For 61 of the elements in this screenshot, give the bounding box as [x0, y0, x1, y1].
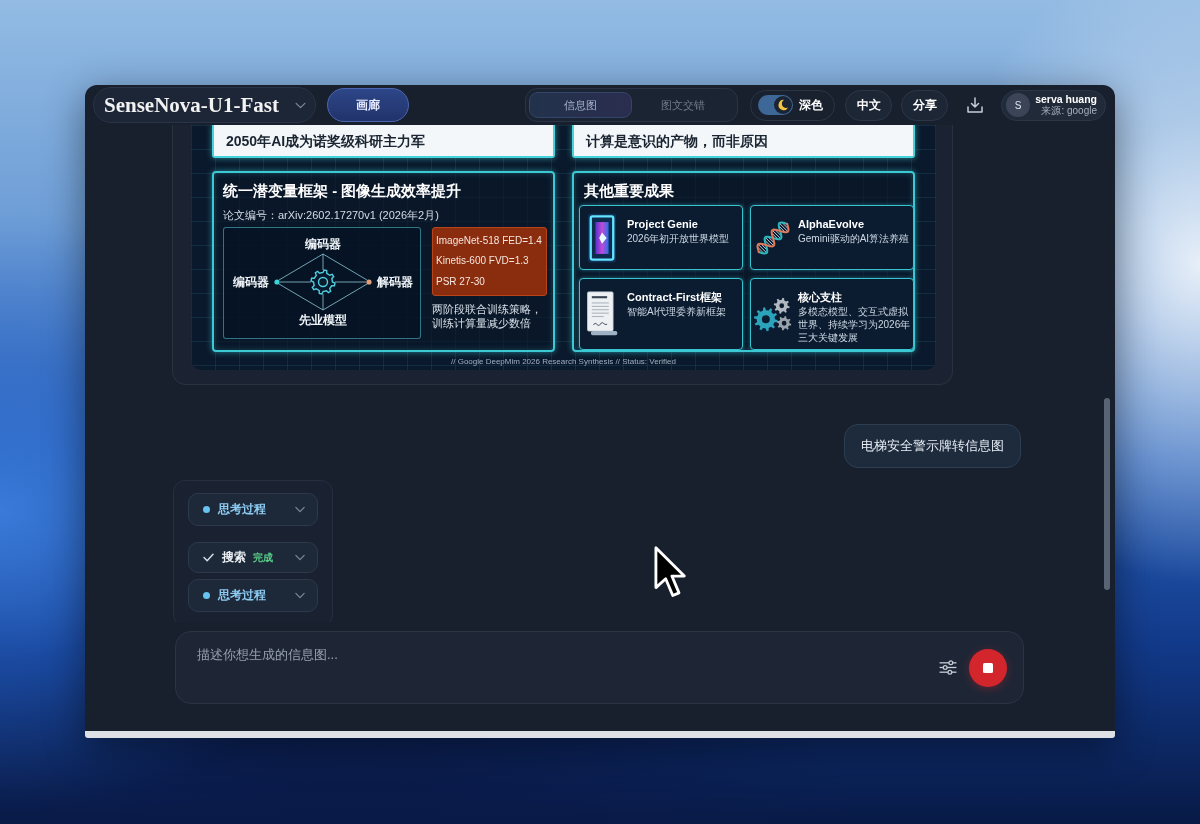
card-description: Gemini驱动的AI算法养殖	[798, 232, 910, 245]
diagram-label: 先业模型	[299, 313, 347, 327]
gear-icon	[310, 269, 336, 295]
download-icon[interactable]	[966, 96, 984, 114]
user-avatar: S	[1006, 93, 1030, 117]
card-description: 多模态模型、交互式虚拟世界、持续学习为2026年三大关键发展	[798, 305, 911, 344]
diagram-label: 编码器	[233, 275, 269, 289]
user-menu-button[interactable]: S serva huang 来源: google	[1001, 89, 1106, 121]
moon-icon	[777, 99, 789, 111]
card-description: 2026年初开放世界模型	[627, 232, 730, 245]
glowing-door-icon	[587, 211, 617, 264]
panel-title: 统一潜变量框架 - 图像生成效率提升	[223, 181, 462, 201]
language-button[interactable]: 中文	[845, 89, 892, 121]
prompt-input[interactable]: 描述你想生成的信息图...	[197, 646, 938, 692]
card-description: 智能AI代理委养新框架	[627, 305, 727, 318]
mouse-pointer-icon	[653, 545, 689, 600]
diagram-label: 编码器	[305, 237, 341, 251]
user-source: 来源: google	[1041, 105, 1097, 117]
user-name: serva huang	[1035, 93, 1097, 105]
model-selector[interactable]: SenseNova-U1-Fast	[93, 87, 316, 123]
note-text: 两阶段联合训练策略，训练计算量减少数倍	[432, 302, 543, 330]
card-title: Project Genie	[627, 217, 698, 232]
node-dot-icon	[274, 279, 280, 285]
mode-tab[interactable]: 信息图	[529, 92, 632, 118]
metric-text: Kinetis-600 FVD=1.3	[436, 254, 529, 269]
chevron-down-icon	[295, 554, 305, 561]
paper-id-text: 论文编号：arXiv:2602.17270v1 (2026年2月)	[223, 208, 439, 222]
theme-button[interactable]: 深色	[750, 89, 835, 121]
headline-banner: 计算是意识的产物，而非原因	[572, 125, 915, 158]
check-icon	[203, 553, 214, 562]
prompt-field[interactable]: 描述你想生成的信息图...	[175, 631, 1024, 704]
card-title: 核心支柱	[798, 290, 842, 305]
gears-icon	[753, 296, 793, 332]
metric-text: ImageNet-518 FED=1.4	[436, 234, 542, 249]
share-button[interactable]: 分享	[901, 89, 948, 121]
footer-text: // Google DeepMim 2026 Research Synthesis // Status: Verified	[451, 356, 676, 368]
card-title: AlphaEvolve	[798, 217, 865, 232]
chevron-down-icon	[294, 101, 307, 109]
mode-tab[interactable]: 图文交错	[631, 92, 734, 118]
status-label: 完成	[253, 550, 273, 565]
document-icon	[585, 290, 619, 338]
card-title: Contract-First框架	[627, 290, 722, 305]
status-dot-icon	[203, 592, 210, 599]
status-dot-icon	[203, 506, 210, 513]
chevron-down-icon	[295, 592, 305, 599]
gallery-button[interactable]: 画廊	[327, 88, 409, 122]
metric-text: PSR 27-30	[436, 274, 485, 289]
process-step-button[interactable]: 思考过程	[188, 493, 318, 526]
chevron-down-icon	[295, 506, 305, 513]
stop-button[interactable]	[969, 648, 1007, 687]
headline-banner: 2050年AI成为诺奖级科研主力军	[212, 125, 555, 158]
node-dot-icon	[366, 279, 372, 285]
stop-icon	[983, 662, 993, 673]
toggle-switch[interactable]	[758, 95, 793, 115]
process-step-button[interactable]: 搜索 完成	[188, 542, 318, 573]
panel-title: 其他重要成果	[584, 181, 674, 201]
scrollbar-thumb[interactable]	[1104, 398, 1110, 590]
process-step-button[interactable]: 思考过程	[188, 579, 318, 612]
settings-sliders-icon[interactable]	[938, 660, 958, 675]
diagram-label: 解码器	[377, 275, 413, 289]
user-message-bubble: 电梯安全警示牌转信息图	[844, 424, 1021, 468]
